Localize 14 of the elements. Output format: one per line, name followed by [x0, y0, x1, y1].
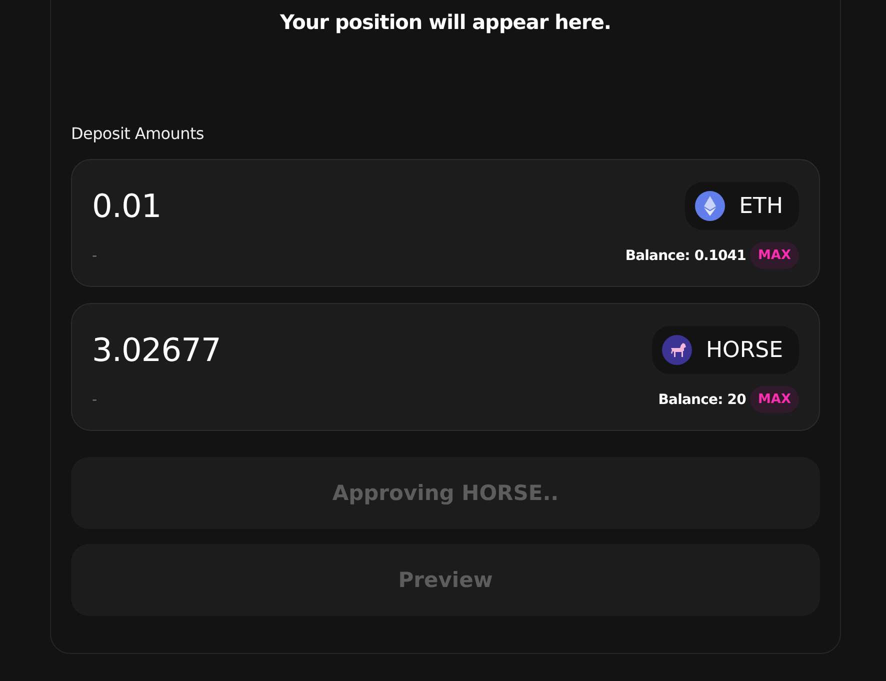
- usd-value: -: [92, 392, 98, 408]
- balance-text: Balance: 20: [658, 392, 746, 408]
- horse-icon: [662, 335, 692, 365]
- max-button[interactable]: MAX: [750, 386, 799, 413]
- ethereum-icon: [695, 191, 726, 221]
- usd-value: -: [92, 248, 98, 264]
- section-label: Deposit Amounts: [71, 124, 205, 143]
- amount-field[interactable]: 0.01: [92, 187, 392, 225]
- token-selector[interactable]: ETH: [685, 182, 799, 230]
- balance-text: Balance: 0.1041: [625, 248, 746, 264]
- amount-field[interactable]: 3.02677: [92, 331, 392, 369]
- max-button[interactable]: MAX: [750, 242, 799, 269]
- token-selector[interactable]: HORSE: [652, 326, 799, 374]
- position-heading: Your position will appear here.: [279, 10, 612, 34]
